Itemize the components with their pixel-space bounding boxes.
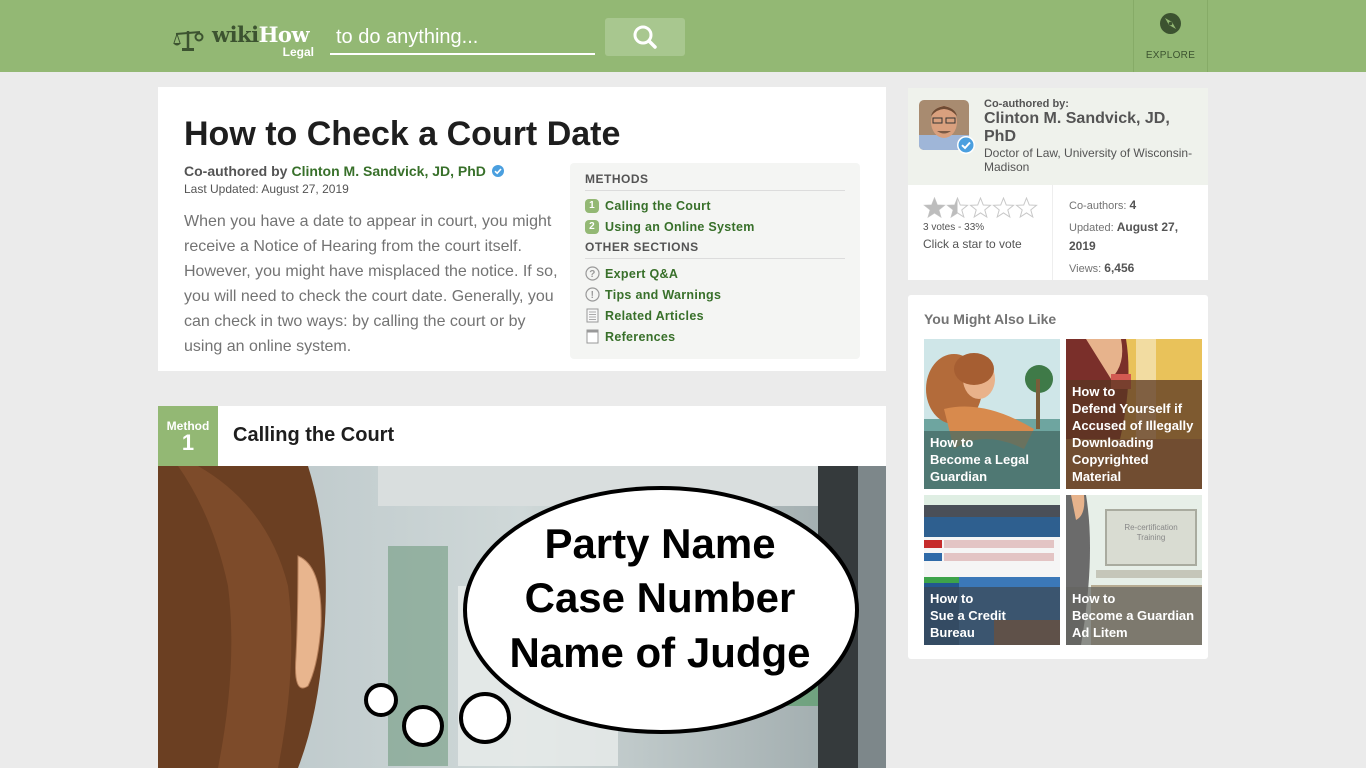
toc-related-articles[interactable]: Related Articles <box>585 305 845 326</box>
coauthor-line: Co-authored by Clinton M. Sandvick, JD, … <box>184 163 504 179</box>
related-caption: How to Become a Guardian Ad Litem <box>1066 587 1202 645</box>
star-icon[interactable] <box>1015 197 1038 219</box>
related-article-card[interactable]: How to Become a Legal Guardian <box>924 339 1060 489</box>
coauthor-header: Co-authored by: Clinton M. Sandvick, JD,… <box>908 88 1208 185</box>
coauthor-description: Doctor of Law, University of Wisconsin-M… <box>984 146 1193 174</box>
last-updated: Last Updated: August 27, 2019 <box>184 182 349 196</box>
question-circle-icon: ? <box>585 266 600 282</box>
method-section: Method 1 Calling the Court Party Name Ca… <box>158 406 886 768</box>
star-icon[interactable] <box>946 197 969 219</box>
toc-item-label: Expert Q&A <box>605 266 679 281</box>
scales-of-justice-icon <box>173 31 204 51</box>
related-caption: How to Defend Yourself if Accused of Ill… <box>1066 380 1202 489</box>
related-caption: How to Become a Legal Guardian <box>924 431 1060 489</box>
method-badge: Method 1 <box>158 406 218 466</box>
related-heading: You Might Also Like <box>924 311 1057 327</box>
article-stats: Co-authors: 4 Updated: August 27, 2019 V… <box>1069 196 1199 281</box>
explore-button[interactable]: EXPLORE <box>1133 0 1208 72</box>
author-link[interactable]: Clinton M. Sandvick, JD, PhD <box>291 163 485 179</box>
method-badge-number: 1 <box>181 430 195 455</box>
star-rating <box>923 197 1038 219</box>
exclamation-circle-icon: ! <box>585 287 600 303</box>
related-article-card[interactable]: How to Defend Yourself if Accused of Ill… <box>1066 339 1202 489</box>
wikihow-legal-logo[interactable]: wikiHow Legal <box>170 22 316 62</box>
coauthor-name[interactable]: Clinton M. Sandvick, JD, PhD <box>984 110 1199 146</box>
toc-tips-warnings[interactable]: ! Tips and Warnings <box>585 284 845 305</box>
vote-prompt: Click a star to vote <box>923 237 1022 251</box>
intro-paragraph: When you have a date to appear in court,… <box>184 213 558 355</box>
bubble-line-2: Case Number <box>525 574 796 621</box>
svg-text:Training: Training <box>1137 533 1166 542</box>
verified-badge-icon <box>491 165 504 177</box>
toc-method-2[interactable]: 2 Using an Online System <box>585 216 845 237</box>
step-illustration[interactable]: Party Name Case Number Name of Judge <box>158 466 886 768</box>
explore-label: EXPLORE <box>1145 50 1196 61</box>
bubble-line-1: Party Name <box>544 520 775 567</box>
method-number-badge: 2 <box>585 219 599 234</box>
page-title: How to Check a Court Date <box>184 115 621 153</box>
svg-text:!: ! <box>591 290 595 301</box>
svg-text:Re-certification: Re-certification <box>1124 523 1177 532</box>
related-article-card[interactable]: Re-certification Training How to Become … <box>1066 495 1202 645</box>
toc-item-label: Using an Online System <box>605 219 755 234</box>
toc-expert-qa[interactable]: ? Expert Q&A <box>585 263 845 284</box>
coauthor-card: Co-authored by: Clinton M. Sandvick, JD,… <box>908 88 1208 280</box>
star-icon[interactable] <box>969 197 992 219</box>
related-caption: How to Sue a Credit Bureau <box>924 587 1060 645</box>
bubble-line-3: Name of Judge <box>509 629 810 676</box>
method-title: Calling the Court <box>233 424 395 446</box>
toc-methods-heading: METHODS <box>585 172 845 191</box>
site-header: wikiHow Legal EXPLORE <box>0 0 1366 72</box>
related-article-card[interactable]: How to Sue a Credit Bureau <box>924 495 1060 645</box>
toc-item-label: Related Articles <box>605 308 704 323</box>
coauthor-prefix: Co-authored by <box>184 163 288 179</box>
stat-views: Views: 6,456 <box>1069 261 1135 275</box>
verified-badge-icon <box>957 136 975 154</box>
table-of-contents: METHODS 1 Calling the Court 2 Using an O… <box>570 163 860 359</box>
toc-method-1[interactable]: 1 Calling the Court <box>585 195 845 216</box>
method-number-badge: 1 <box>585 198 599 213</box>
logo-subtitle: Legal <box>282 45 314 59</box>
toc-references[interactable]: References <box>585 326 845 347</box>
votes-count: 3 votes - 33% <box>923 222 985 233</box>
toc-other-heading: OTHER SECTIONS <box>585 240 845 259</box>
document-icon <box>585 308 600 324</box>
rating-widget: 3 votes - 33% Click a star to vote <box>908 185 1053 280</box>
svg-text:?: ? <box>589 269 595 280</box>
related-articles-panel: You Might Also Like How to Become a Lega… <box>908 295 1208 659</box>
search-input[interactable] <box>330 22 595 55</box>
book-icon <box>585 329 600 345</box>
star-icon[interactable] <box>923 197 946 219</box>
logo-text: wikiHow <box>212 22 310 47</box>
article-intro-card: How to Check a Court Date Co-authored by… <box>158 87 886 371</box>
search-icon <box>633 25 657 49</box>
coauthor-label: Co-authored by: <box>984 98 1069 110</box>
star-icon[interactable] <box>992 197 1015 219</box>
search-button[interactable] <box>605 18 685 56</box>
compass-icon <box>1160 13 1181 34</box>
toc-item-label: Tips and Warnings <box>605 287 722 302</box>
toc-item-label: References <box>605 329 676 344</box>
stat-updated: Updated: August 27, 2019 <box>1069 220 1179 253</box>
stat-coauthors: Co-authors: 4 <box>1069 198 1137 212</box>
toc-item-label: Calling the Court <box>605 198 711 213</box>
